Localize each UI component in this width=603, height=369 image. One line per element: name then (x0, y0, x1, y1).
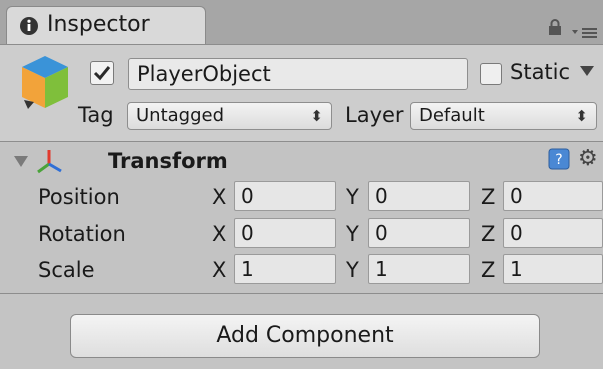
scale-y-field[interactable]: 1 (368, 254, 470, 284)
add-component-button[interactable]: Add Component (70, 314, 540, 358)
tab-bar: Inspector (0, 0, 603, 45)
rotation-z-field[interactable]: 0 (503, 218, 603, 248)
lock-icon[interactable] (548, 19, 562, 39)
object-header: PlayerObject Static Tag Untagged ⬍ Layer… (0, 45, 603, 141)
updown-arrows-icon: ⬍ (575, 107, 588, 125)
tag-dropdown[interactable]: Untagged ⬍ (127, 102, 332, 130)
help-icon[interactable]: ? (548, 148, 570, 174)
footer: Add Component (0, 294, 603, 369)
axis-y-label: Y (346, 185, 359, 209)
position-y-field[interactable]: 0 (368, 181, 470, 211)
cube-icon (20, 54, 70, 114)
static-label: Static (510, 60, 571, 84)
layer-dropdown[interactable]: Default ⬍ (410, 102, 597, 130)
active-checkbox[interactable] (90, 61, 114, 85)
axis-y-label: Y (346, 258, 359, 282)
axis-z-label: Z (481, 185, 496, 209)
scale-z-field[interactable]: 1 (503, 254, 603, 284)
component-title: Transform (108, 149, 228, 173)
foldout-arrow-icon[interactable] (14, 156, 28, 167)
rotation-y-field[interactable]: 0 (368, 218, 470, 248)
menu-icon[interactable] (572, 24, 598, 43)
axis-x-label: X (212, 185, 227, 209)
transform-component: Transform ? ⚙ Position X 0 Y 0 Z 0 Rotat… (0, 143, 603, 293)
scale-x-field[interactable]: 1 (234, 254, 336, 284)
svg-text:?: ? (555, 152, 562, 168)
layer-dropdown-value: Default (419, 105, 485, 126)
tag-label: Tag (78, 103, 114, 127)
tag-dropdown-value: Untagged (136, 105, 225, 126)
axis-y-label: Y (346, 222, 359, 246)
inspector-window: Inspector PlayerObject Static Tag Untagg… (0, 0, 603, 369)
position-z-field[interactable]: 0 (503, 181, 603, 211)
position-x-field[interactable]: 0 (234, 181, 336, 211)
rotation-label: Rotation (38, 222, 126, 246)
updown-arrows-icon: ⬍ (310, 107, 323, 125)
rotation-x-field[interactable]: 0 (234, 218, 336, 248)
position-label: Position (38, 185, 120, 209)
axis-z-label: Z (481, 258, 496, 282)
layer-label: Layer (345, 103, 404, 127)
tab-label: Inspector (47, 12, 150, 37)
axes-icon (34, 147, 64, 181)
static-dropdown-arrow-icon[interactable] (580, 66, 594, 76)
tab-inspector[interactable]: Inspector (6, 6, 206, 44)
axis-x-label: X (212, 222, 227, 246)
object-name-input[interactable]: PlayerObject (128, 58, 468, 90)
static-checkbox[interactable] (480, 63, 502, 85)
axis-z-label: Z (481, 222, 496, 246)
gear-icon[interactable]: ⚙ (578, 146, 598, 171)
axis-x-label: X (212, 258, 227, 282)
scale-label: Scale (38, 258, 95, 282)
divider (0, 141, 603, 142)
info-icon (19, 16, 39, 40)
